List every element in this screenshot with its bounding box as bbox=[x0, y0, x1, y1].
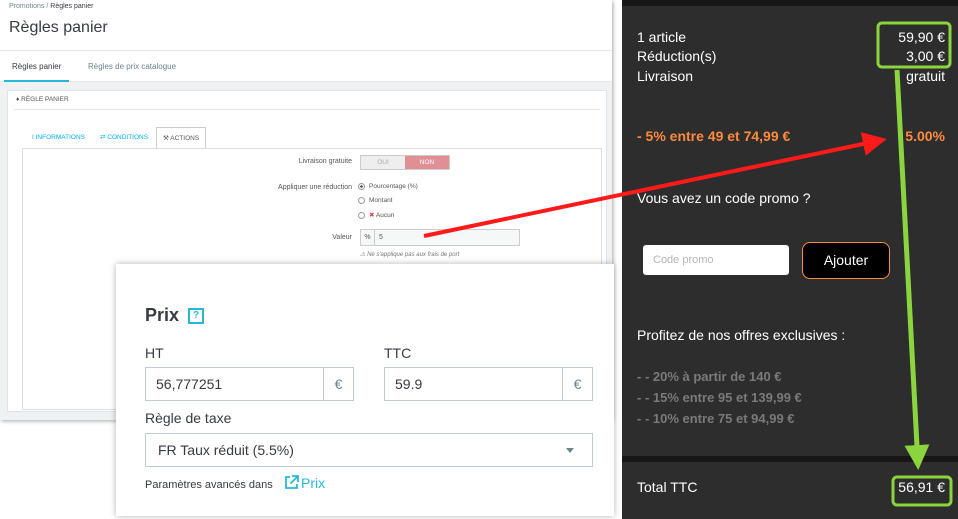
offers-title: Profitez de nos offres exclusives : bbox=[637, 327, 846, 343]
price-ht-input[interactable]: 56,777251 € bbox=[145, 367, 354, 401]
euro-addon: € bbox=[562, 368, 592, 400]
cart-summary-panel: 1 article 59,90 € Réduction(s) 3,00 € Li… bbox=[622, 0, 958, 519]
tax-rule-label: Règle de taxe bbox=[145, 410, 232, 426]
discount-value-input[interactable]: % 5 bbox=[360, 229, 520, 246]
offer-item: - - 10% entre 75 et 94,99 € bbox=[637, 411, 795, 426]
radio-icon bbox=[358, 197, 365, 204]
value-note-text: Ne s'applique pas aux frais de port bbox=[367, 252, 460, 258]
tag-icon: ♦ bbox=[16, 96, 20, 103]
price-ttc-input[interactable]: 59.9 € bbox=[384, 367, 593, 401]
shipping-value: gratuit bbox=[906, 68, 945, 84]
promo-code-input[interactable]: Code promo bbox=[643, 245, 789, 275]
help-icon[interactable]: ? bbox=[188, 308, 204, 324]
radio-amount[interactable]: Montant bbox=[358, 197, 393, 204]
radio-amount-label: Montant bbox=[369, 197, 393, 205]
price-ht-value: 56,777251 bbox=[156, 376, 223, 392]
tab-actions-label: ACTIONS bbox=[170, 135, 200, 142]
tab-catalog-price-rules[interactable]: Règles de prix catalogue bbox=[88, 51, 176, 82]
bottom-band bbox=[622, 456, 958, 462]
free-shipping-yes[interactable]: OUI bbox=[361, 156, 405, 169]
advanced-price-link[interactable]: Prix bbox=[284, 475, 325, 491]
page-tabs: Règles panier Règles de prix catalogue bbox=[0, 50, 612, 82]
breadcrumb-separator: / bbox=[46, 3, 49, 10]
advanced-settings-text: Paramètres avancés dans bbox=[145, 479, 273, 491]
tab-conditions[interactable]: ⇄ CONDITIONS bbox=[100, 127, 148, 149]
radio-none-label: Aucun bbox=[375, 212, 395, 219]
tab-informations[interactable]: i INFORMATIONS bbox=[32, 127, 85, 149]
cross-icon: ✖ bbox=[369, 212, 375, 219]
radio-selected-icon bbox=[358, 183, 365, 190]
reductions-label: Réduction(s) bbox=[637, 48, 717, 64]
free-shipping-label: Livraison gratuite bbox=[298, 158, 352, 165]
chevron-down-icon bbox=[566, 448, 574, 453]
tax-rule-value: FR Taux réduit (5.5%) bbox=[158, 442, 294, 458]
card-title-text: RÈGLE PANIER bbox=[21, 96, 69, 103]
promo-code-question: Vous avez un code promo ? bbox=[637, 190, 811, 206]
card-title: ♦ RÈGLE PANIER bbox=[16, 96, 69, 103]
screenshot-root: Promotions / Règles panier Règles panier… bbox=[0, 0, 958, 519]
wrench-icon: ⚒ bbox=[163, 135, 169, 142]
free-shipping-toggle[interactable]: OUI NON bbox=[360, 155, 450, 170]
breadcrumb-parent[interactable]: Promotions bbox=[9, 3, 44, 10]
price-card-title: Prix bbox=[145, 305, 180, 325]
add-promo-button[interactable]: Ajouter bbox=[802, 242, 890, 279]
price-ttc-value: 59.9 bbox=[395, 376, 423, 392]
shipping-label: Livraison bbox=[637, 68, 694, 84]
reductions-value: 3,00 € bbox=[906, 48, 945, 64]
product-price-card: Prix ? HT 56,777251 € TTC 59.9 € Règle d… bbox=[116, 264, 614, 516]
radio-percentage[interactable]: Pourcentage (%) bbox=[358, 183, 418, 190]
advanced-price-link-label: Prix bbox=[301, 475, 326, 491]
radio-percentage-label: Pourcentage (%) bbox=[369, 183, 418, 191]
radio-icon bbox=[358, 211, 365, 219]
tab-conditions-label: CONDITIONS bbox=[107, 134, 149, 141]
offer-item: - - 20% à partir de 140 € bbox=[637, 369, 782, 384]
info-icon: i bbox=[32, 134, 34, 141]
free-shipping-no[interactable]: NON bbox=[405, 156, 449, 169]
percent-addon: % bbox=[361, 230, 375, 245]
total-value: 56,91 € bbox=[898, 479, 945, 495]
warning-icon: ⚠ bbox=[360, 252, 366, 258]
apply-discount-label: Appliquer une réduction bbox=[278, 184, 352, 191]
articles-label: 1 article bbox=[637, 29, 687, 45]
total-label: Total TTC bbox=[637, 479, 698, 495]
promo-code-placeholder: Code promo bbox=[653, 254, 714, 266]
breadcrumb-current: Règles panier bbox=[50, 3, 94, 10]
offer-item: - - 15% entre 95 et 139,99 € bbox=[637, 390, 802, 405]
divider bbox=[14, 109, 600, 110]
top-band bbox=[622, 0, 958, 6]
euro-addon: € bbox=[323, 368, 353, 400]
tab-informations-label: INFORMATIONS bbox=[35, 134, 85, 141]
radio-none[interactable]: ✖ Aucun bbox=[358, 211, 394, 219]
shuffle-icon: ⇄ bbox=[100, 134, 106, 141]
value-label: Valeur bbox=[332, 234, 352, 241]
discount-value: 5 bbox=[379, 234, 383, 241]
applied-promo-value: 5.00% bbox=[905, 128, 945, 144]
value-note: ⚠ Ne s'applique pas aux frais de port bbox=[360, 251, 459, 258]
external-link-icon bbox=[285, 475, 299, 489]
applied-promo-label: - 5% entre 49 et 74,99 € bbox=[637, 128, 791, 144]
ht-label: HT bbox=[145, 345, 164, 361]
ttc-label: TTC bbox=[384, 345, 412, 361]
tax-rule-select[interactable]: FR Taux réduit (5.5%) bbox=[145, 433, 593, 467]
articles-value: 59,90 € bbox=[898, 29, 945, 45]
breadcrumb: Promotions / Règles panier bbox=[9, 3, 93, 10]
tab-cart-rules[interactable]: Règles panier bbox=[4, 51, 70, 82]
tab-actions[interactable]: ⚒ ACTIONS bbox=[156, 127, 207, 149]
page-title: Règles panier bbox=[9, 19, 108, 36]
